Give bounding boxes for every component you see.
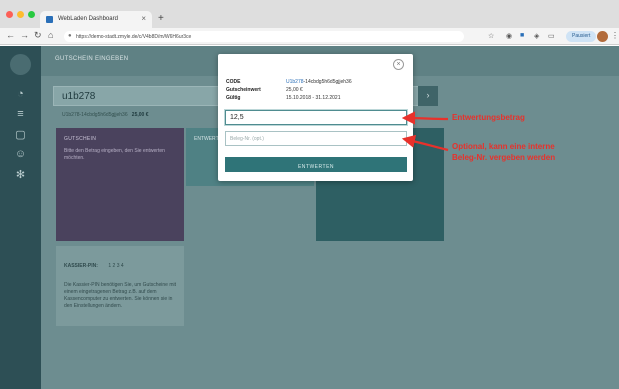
receipt-field-wrapper bbox=[225, 131, 407, 146]
pin-description: Die Kassier-PIN benötigen Sie, um Gutsch… bbox=[64, 282, 176, 309]
lock-icon: ● bbox=[68, 33, 72, 39]
validity-label: Gültig bbox=[226, 95, 241, 101]
browser-tab[interactable]: WebLaden Dashboard × bbox=[40, 11, 152, 28]
avatar[interactable] bbox=[597, 31, 608, 42]
amount-field-wrapper bbox=[225, 110, 407, 125]
pin-value: 1 2 3 4 bbox=[108, 263, 124, 269]
pin-label: KASSIER-PIN: bbox=[64, 263, 98, 269]
redeem-button[interactable]: ENTWERTEN bbox=[225, 157, 407, 172]
tab-title: WebLaden Dashboard bbox=[58, 16, 118, 22]
browser-toolbar: ← → ↻ ⌂ ● https://demo-stadt.zmyle.de/c/… bbox=[0, 28, 619, 45]
users-icon[interactable]: ☺ bbox=[13, 148, 28, 160]
code-highlight: U1b278 bbox=[286, 79, 304, 85]
browser-tabbar: WebLaden Dashboard × + bbox=[0, 0, 619, 28]
voucher-card-text: Bitte den Betrag eingeben, den Sie entwe… bbox=[64, 148, 165, 161]
value-label: Gutscheinwert bbox=[226, 87, 261, 93]
dashboard-icon[interactable]: ◔ bbox=[13, 88, 28, 100]
menu-kebab-icon[interactable]: ⋮ bbox=[611, 31, 619, 40]
extension-icon[interactable]: ◈ bbox=[534, 32, 539, 40]
amount-annotation: Entwertungsbetrag bbox=[452, 113, 525, 122]
profile-paused-badge[interactable]: Pausiert bbox=[566, 31, 597, 42]
receipt-annotation-line1: Optional, kann eine interne bbox=[452, 142, 555, 151]
address-bar[interactable]: ● https://demo-stadt.zmyle.de/c/V4b8D/m/… bbox=[64, 31, 464, 42]
bookmark-star-icon[interactable]: ☆ bbox=[488, 32, 494, 40]
redeem-modal: × CODE U1b278-14cbdg5h6d5gjjeh36 Gutsche… bbox=[218, 54, 413, 181]
window-close-icon[interactable] bbox=[6, 11, 13, 18]
code-info: U1b278-14cbdg5h6d5gjjeh36 25,00 € bbox=[62, 112, 148, 118]
validity-value: 15.10.2018 - 31.12.2021 bbox=[286, 95, 341, 101]
sidebar: ◔ ≡ ▢ ☺ ✻ bbox=[0, 46, 41, 389]
window-minimize-icon[interactable] bbox=[17, 11, 24, 18]
logo bbox=[10, 54, 31, 75]
back-icon[interactable]: ← bbox=[6, 30, 15, 40]
code-label: CODE bbox=[226, 79, 241, 85]
extension-icon[interactable]: ■ bbox=[520, 32, 524, 39]
gear-icon[interactable]: ✻ bbox=[13, 168, 28, 181]
code-value: U1b278-14cbdg5h6d5gjjeh36 bbox=[286, 79, 352, 85]
amount-input[interactable] bbox=[230, 114, 406, 121]
extension-icon[interactable]: ◉ bbox=[506, 32, 512, 40]
code-info-text: U1b278-14cbdg5h6d5gjjeh36 bbox=[62, 112, 128, 118]
receipt-annotation-line2: Beleg-Nr. vergeben werden bbox=[452, 153, 556, 162]
value-amount: 25,00 € bbox=[286, 87, 303, 93]
voucher-card: GUTSCHEIN Bitte den Betrag eingeben, den… bbox=[56, 128, 184, 241]
receipt-number-input[interactable] bbox=[230, 135, 406, 142]
reload-icon[interactable]: ↻ bbox=[34, 30, 42, 41]
cashier-pin-box: KASSIER-PIN: 1 2 3 4 Die Kassier-PIN ben… bbox=[56, 246, 184, 326]
code-info-amount: 25,00 € bbox=[131, 112, 149, 118]
extension-icon[interactable]: ▭ bbox=[548, 32, 555, 40]
code-suffix: -14cbdg5h6d5gjjeh36 bbox=[303, 79, 352, 85]
url-text: https://demo-stadt.zmyle.de/c/V4b8D/m/W6… bbox=[76, 34, 192, 40]
page-title: GUTSCHEIN EINGEBEN bbox=[55, 56, 129, 62]
favicon-icon bbox=[46, 16, 53, 23]
window-maximize-icon[interactable] bbox=[28, 11, 35, 18]
close-icon[interactable]: × bbox=[393, 59, 404, 70]
forward-icon[interactable]: → bbox=[20, 30, 29, 40]
voucher-card-title: GUTSCHEIN bbox=[64, 136, 97, 142]
new-tab-button[interactable]: + bbox=[158, 13, 164, 24]
home-icon[interactable]: ⌂ bbox=[48, 30, 53, 40]
list-icon[interactable]: ≡ bbox=[13, 108, 28, 120]
search-icon[interactable]: › bbox=[418, 86, 438, 106]
tab-close-icon[interactable]: × bbox=[141, 14, 146, 23]
receipt-icon[interactable]: ▢ bbox=[13, 128, 28, 141]
